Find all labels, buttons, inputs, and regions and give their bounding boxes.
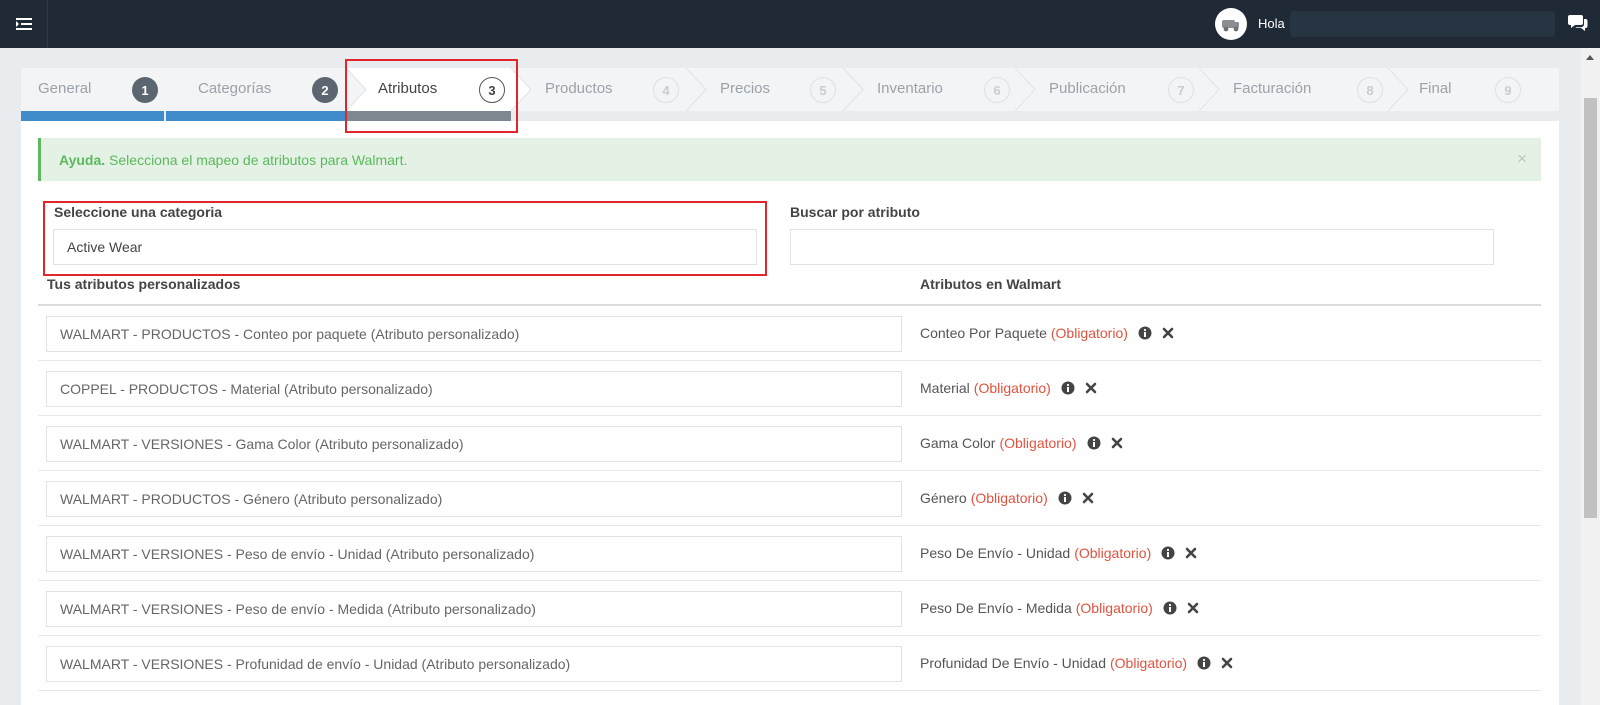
step-number: 2	[312, 77, 338, 103]
custom-attribute-select[interactable]: COPPEL - PRODUCTOS - Material (Atributo …	[46, 371, 902, 407]
table-row: WALMART - VERSIONES - Peso de envío - Un…	[38, 526, 1541, 581]
step-label: Facturación	[1233, 80, 1312, 97]
walmart-attribute-name: Género	[920, 490, 967, 506]
remove-icon[interactable]	[1221, 657, 1233, 669]
info-icon[interactable]	[1138, 326, 1152, 340]
custom-attribute-select[interactable]: WALMART - PRODUCTOS - Conteo por paquete…	[46, 316, 902, 352]
step-inventario[interactable]: Inventario 6	[843, 68, 1015, 111]
progress-segment-2	[166, 111, 346, 121]
step-label: Final	[1419, 80, 1452, 97]
step-chevron-icon	[1199, 68, 1220, 111]
custom-attribute-select[interactable]: WALMART - VERSIONES - Gama Color (Atribu…	[46, 426, 902, 462]
step-number: 9	[1495, 77, 1521, 103]
step-number: 1	[132, 77, 158, 103]
custom-attribute-select[interactable]: WALMART - VERSIONES - Peso de envío - Un…	[46, 536, 902, 572]
alert-message: Selecciona el mapeo de atributos para Wa…	[109, 152, 408, 168]
wizard-steps: General 1 Categorías 2 Atributos 3 Produ…	[21, 68, 1559, 111]
table-row: COPPEL - PRODUCTOS - Material (Atributo …	[38, 361, 1541, 416]
info-icon[interactable]	[1161, 546, 1175, 560]
scroll-up-icon[interactable]	[1586, 55, 1594, 60]
custom-attribute-select[interactable]: WALMART - VERSIONES - Profunidad de enví…	[46, 646, 902, 682]
info-icon[interactable]	[1087, 436, 1101, 450]
step-label: General	[38, 80, 92, 97]
chat-button[interactable]	[1568, 14, 1588, 37]
required-tag: (Obligatorio)	[1074, 545, 1152, 561]
table-row: WALMART - VERSIONES - Profunidad de enví…	[38, 636, 1541, 691]
step-precios[interactable]: Precios 5	[686, 68, 843, 111]
walmart-attribute-name: Conteo Por Paquete	[920, 325, 1047, 341]
walmart-attribute-name: Peso De Envío - Unidad	[920, 545, 1071, 561]
required-tag: (Obligatorio)	[970, 490, 1048, 506]
step-chevron-icon	[686, 68, 707, 111]
remove-icon[interactable]	[1111, 437, 1123, 449]
required-tag: (Obligatorio)	[1110, 655, 1188, 671]
custom-attribute-select[interactable]: WALMART - PRODUCTOS - Género (Atributo p…	[46, 481, 902, 517]
table-row: WALMART - PRODUCTOS - Conteo por paquete…	[38, 306, 1541, 361]
step-facturacion[interactable]: Facturación 8	[1199, 68, 1388, 111]
info-icon[interactable]	[1197, 656, 1211, 670]
search-attribute-input[interactable]	[790, 229, 1494, 265]
user-avatar[interactable]	[1215, 8, 1247, 40]
table-row: WALMART - PRODUCTOS - Género (Atributo p…	[38, 471, 1541, 526]
menu-toggle-button[interactable]	[0, 0, 48, 48]
step-general[interactable]: General 1	[21, 68, 166, 111]
remove-icon[interactable]	[1162, 327, 1174, 339]
remove-icon[interactable]	[1185, 547, 1197, 559]
info-icon[interactable]	[1061, 381, 1075, 395]
alert-title: Ayuda.	[59, 152, 106, 168]
remove-icon[interactable]	[1085, 382, 1097, 394]
top-navbar: Hola	[0, 0, 1600, 48]
search-label: Buscar por atributo	[790, 204, 920, 220]
step-number: 7	[1168, 77, 1194, 103]
custom-attributes-header: Tus atributos personalizados	[47, 276, 241, 292]
custom-attribute-select[interactable]: WALMART - VERSIONES - Peso de envío - Me…	[46, 591, 902, 627]
help-alert: Ayuda. Selecciona el mapeo de atributos …	[38, 138, 1541, 181]
table-row: WALMART - VERSIONES - Gama Color (Atribu…	[38, 416, 1541, 471]
step-label: Precios	[720, 80, 771, 97]
step-label: Categorías	[198, 80, 272, 97]
step-publicacion[interactable]: Publicación 7	[1015, 68, 1199, 111]
scrollbar-thumb[interactable]	[1584, 98, 1597, 518]
step-number: 6	[984, 77, 1010, 103]
info-icon[interactable]	[1163, 601, 1177, 615]
step-final[interactable]: Final 9	[1388, 68, 1559, 111]
page-scrollbar[interactable]	[1581, 48, 1600, 705]
step-label: Productos	[545, 80, 613, 97]
highlight-box-category	[43, 201, 767, 276]
greeting-text: Hola	[1258, 16, 1285, 31]
walmart-attributes-header: Atributos en Walmart	[920, 276, 1062, 292]
step-label: Publicación	[1049, 80, 1126, 97]
highlight-box-step	[345, 59, 518, 133]
progress-segment-1	[21, 111, 164, 121]
walmart-attribute-name: Profunidad De Envío - Unidad	[920, 655, 1106, 671]
wizard-progress-bar	[21, 111, 1559, 121]
walmart-attribute-name: Gama Color	[920, 435, 996, 451]
required-tag: (Obligatorio)	[999, 435, 1077, 451]
step-chevron-icon	[1015, 68, 1036, 111]
user-name-redacted	[1290, 11, 1555, 37]
step-chevron-icon	[843, 68, 864, 111]
wizard-panel: General 1 Categorías 2 Atributos 3 Produ…	[21, 68, 1559, 705]
info-icon[interactable]	[1058, 491, 1072, 505]
step-label: Inventario	[877, 80, 943, 97]
walmart-attribute-name: Material	[920, 380, 970, 396]
step-number: 5	[810, 77, 836, 103]
step-chevron-icon	[1388, 68, 1409, 111]
walmart-attribute-name: Peso De Envío - Medida	[920, 600, 1072, 616]
step-categorias[interactable]: Categorías 2	[166, 68, 346, 111]
step-number: 4	[653, 77, 679, 103]
required-tag: (Obligatorio)	[1050, 325, 1128, 341]
remove-icon[interactable]	[1082, 492, 1094, 504]
step-productos[interactable]: Productos 4	[511, 68, 686, 111]
alert-close-icon[interactable]: ×	[1517, 149, 1527, 169]
remove-icon[interactable]	[1187, 602, 1199, 614]
required-tag: (Obligatorio)	[973, 380, 1051, 396]
menu-icon	[15, 18, 32, 30]
chat-icon	[1568, 15, 1588, 31]
avatar-icon	[1222, 20, 1239, 32]
step-number: 8	[1357, 77, 1383, 103]
required-tag: (Obligatorio)	[1075, 600, 1153, 616]
table-row: WALMART - VERSIONES - Peso de envío - Me…	[38, 581, 1541, 636]
